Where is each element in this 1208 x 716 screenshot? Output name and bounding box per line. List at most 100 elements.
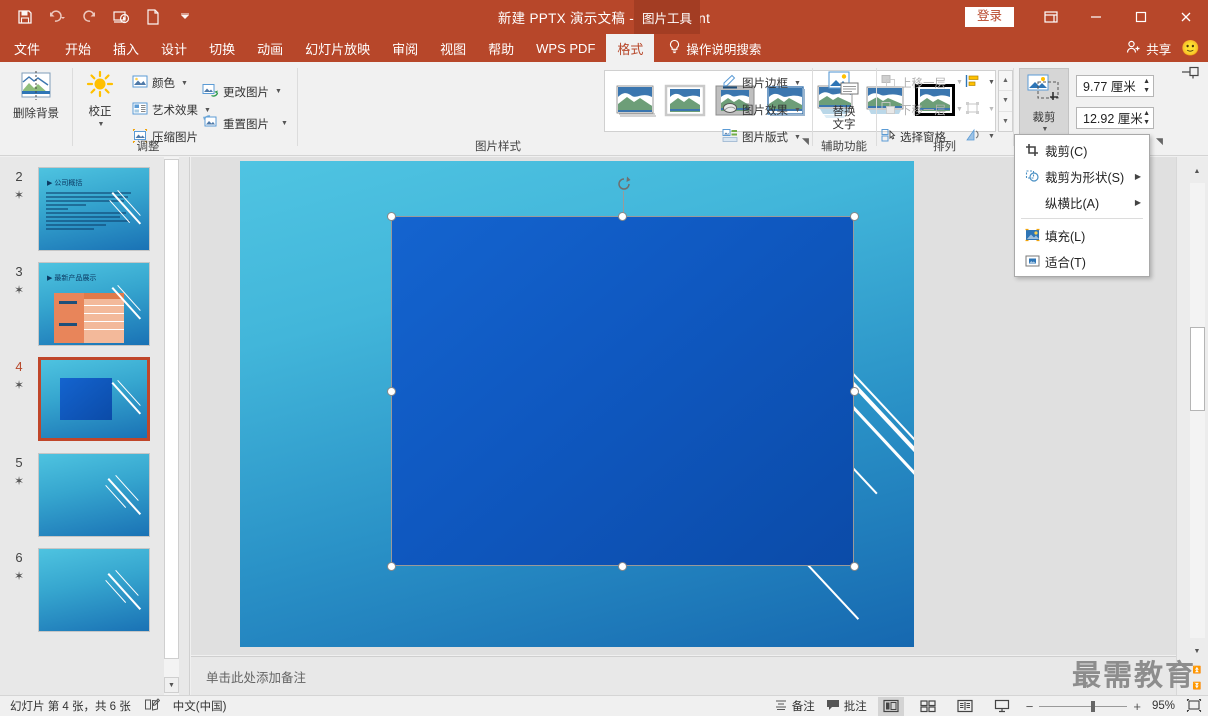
slide-number: 3 ✶ [0,262,38,346]
menu-item-fill[interactable]: 填充(L) [1015,222,1149,248]
ribbon-display-options-icon[interactable] [1028,0,1073,34]
picture-layout-button[interactable]: 图片版式 ▼ [722,128,801,146]
picture-effects-button[interactable]: 图片效果 ▼ [722,101,801,119]
picture-styles-dialog-launcher[interactable]: ◥ [802,136,809,147]
zoom-out-button[interactable]: − [1026,699,1034,714]
ribbon-tabs: 文件 开始 插入 设计 切换 动画 幻灯片放映 审阅 视图 帮助 WPS PDF… [0,34,1208,62]
picture-style-item[interactable] [613,81,657,121]
slide-preview[interactable]: ▶ 公司概括 [38,167,150,251]
slide-panel-scrollbar-thumb[interactable] [164,159,179,659]
bring-forward-button[interactable]: 上移一层 ▼ [881,74,963,91]
slide-thumbnail-6[interactable]: 6 ✶ [0,548,175,632]
slide-panel-scroll-down-icon[interactable]: ▼ [164,677,179,693]
shape-width-input[interactable]: 12.92 厘米 ▲ ▼ [1076,106,1154,129]
language-label[interactable]: 中文(中国) [173,698,227,714]
tab-format[interactable]: 格式 [606,34,655,62]
tab-review[interactable]: 审阅 [381,34,429,62]
shape-height-field[interactable]: 9.77 厘米 ▲ ▼ [1076,74,1154,97]
menu-item-aspect-ratio[interactable]: 纵横比(A) ▶ [1015,189,1149,215]
alt-text-button[interactable]: 替换 文字 [819,70,869,133]
align-icon [965,74,980,91]
slide-preview[interactable] [38,453,150,537]
zoom-in-button[interactable]: + [1133,699,1141,714]
resize-handle-e[interactable] [849,386,859,396]
notes-pane[interactable]: 单击此处添加备注 [191,656,1176,695]
crop-button[interactable]: 裁剪 ▼ [1019,68,1069,136]
color-button[interactable]: 颜色 ▼ [132,74,188,92]
menu-item-fit[interactable]: 适合(T) [1015,248,1149,274]
reading-view-button[interactable] [952,697,978,716]
tab-design[interactable]: 设计 [150,34,198,62]
tab-wps-pdf[interactable]: WPS PDF [525,34,606,62]
shape-width-spinner[interactable]: ▲ ▼ [1143,110,1150,126]
slideshow-view-button[interactable] [989,697,1015,716]
maximize-button[interactable] [1118,0,1163,34]
comments-button[interactable]: 批注 [826,698,867,714]
sign-in-button[interactable]: 登录 [964,7,1014,27]
slide-thumbnail-2[interactable]: 2 ✶ ▶ 公司概括 [0,167,175,251]
slide-thumbnail-panel[interactable]: 2 ✶ ▶ 公司概括 3 ✶ ▶ 最新产品展示 4 ✶ 5 ✶ 6 ✶ ▼ [0,157,190,695]
tab-file[interactable]: 文件 [0,34,54,62]
zoom-slider[interactable]: − + [1026,699,1141,714]
resize-handle-s[interactable] [618,561,627,571]
feedback-smiley-icon[interactable]: 🙂 [1181,39,1200,57]
shape-height-spinner[interactable]: ▲ ▼ [1143,78,1150,94]
rotation-handle[interactable] [615,175,631,191]
resize-handle-sw[interactable] [386,561,396,571]
resize-handle-nw[interactable] [386,211,396,221]
proofing-icon[interactable] [144,698,160,714]
slide-scrollbar[interactable]: ▲ ▼ ⏫ ⏬ [1176,157,1208,695]
change-picture-label: 更改图片 [223,86,269,99]
slide-thumbnail-3[interactable]: 3 ✶ ▶ 最新产品展示 [0,262,175,346]
picture-style-item[interactable] [663,81,707,121]
slide-sorter-view-button[interactable] [915,697,941,716]
slide-scrollbar-thumb[interactable] [1190,327,1205,411]
tell-me-search[interactable]: 操作说明搜索 [654,34,761,62]
send-backward-button[interactable]: 下移一层 ▼ [881,101,963,118]
resize-handle-n[interactable] [618,211,627,221]
picture-effects-label: 图片效果 [742,105,788,117]
change-picture-button[interactable]: 更改图片 ▼ [202,82,282,101]
tab-slideshow[interactable]: 幻灯片放映 [294,34,381,62]
shape-height-input[interactable]: 9.77 厘米 ▲ ▼ [1076,74,1154,97]
current-slide[interactable] [240,161,914,647]
close-button[interactable] [1163,0,1208,34]
slide-thumbnail-4[interactable]: 4 ✶ [0,357,175,441]
tab-help[interactable]: 帮助 [477,34,525,62]
notes-button[interactable]: 备注 [774,698,815,714]
collapse-ribbon-icon[interactable] [1178,62,1202,82]
resize-handle-ne[interactable] [849,211,859,221]
picture-border-button[interactable]: 图片边框 ▼ [722,74,801,92]
scroll-up-icon[interactable]: ▲ [1189,163,1205,179]
remove-background-button[interactable]: 删除背景 [8,70,64,121]
size-dialog-launcher[interactable]: ◥ [1156,136,1163,147]
resize-handle-w[interactable] [386,386,396,396]
minimize-button[interactable] [1073,0,1118,34]
reset-picture-label: 重置图片 [223,118,269,131]
share-button[interactable]: 共享 [1126,39,1171,58]
shape-width-field[interactable]: 12.92 厘米 ▲ ▼ [1076,106,1154,129]
zoom-track[interactable] [1039,700,1128,712]
menu-item-crop-to-shape[interactable]: 裁剪为形状(S) ▶ [1015,163,1149,189]
slide-preview[interactable] [38,548,150,632]
fit-to-window-icon[interactable] [1186,698,1202,715]
crop-dropdown-menu[interactable]: 裁剪(C) 裁剪为形状(S) ▶ 纵横比(A) ▶ 填充(L) 适合(T) [1014,134,1150,277]
tab-insert[interactable]: 插入 [102,34,150,62]
tab-home[interactable]: 开始 [54,34,102,62]
normal-view-button[interactable] [877,696,904,716]
group-button[interactable]: ▼ [965,101,995,118]
zoom-level-label[interactable]: 95% [1152,700,1175,712]
tab-transitions[interactable]: 切换 [198,34,246,62]
menu-item-crop[interactable]: 裁剪(C) [1015,137,1149,163]
slide-thumbnail-5[interactable]: 5 ✶ [0,453,175,537]
slide-preview[interactable]: ▶ 最新产品展示 [38,262,150,346]
reset-picture-button[interactable]: 重置图片 ▼ [202,114,288,133]
artistic-effects-button[interactable]: 艺术效果 ▼ [132,101,211,119]
corrections-button[interactable]: 校正 ▼ [78,70,122,129]
tab-animations[interactable]: 动画 [246,34,294,62]
slide-preview-selected[interactable] [38,357,150,441]
tab-view[interactable]: 视图 [429,34,477,62]
resize-handle-se[interactable] [849,561,859,571]
zoom-knob[interactable] [1091,700,1096,712]
align-button[interactable]: ▼ [965,74,995,91]
